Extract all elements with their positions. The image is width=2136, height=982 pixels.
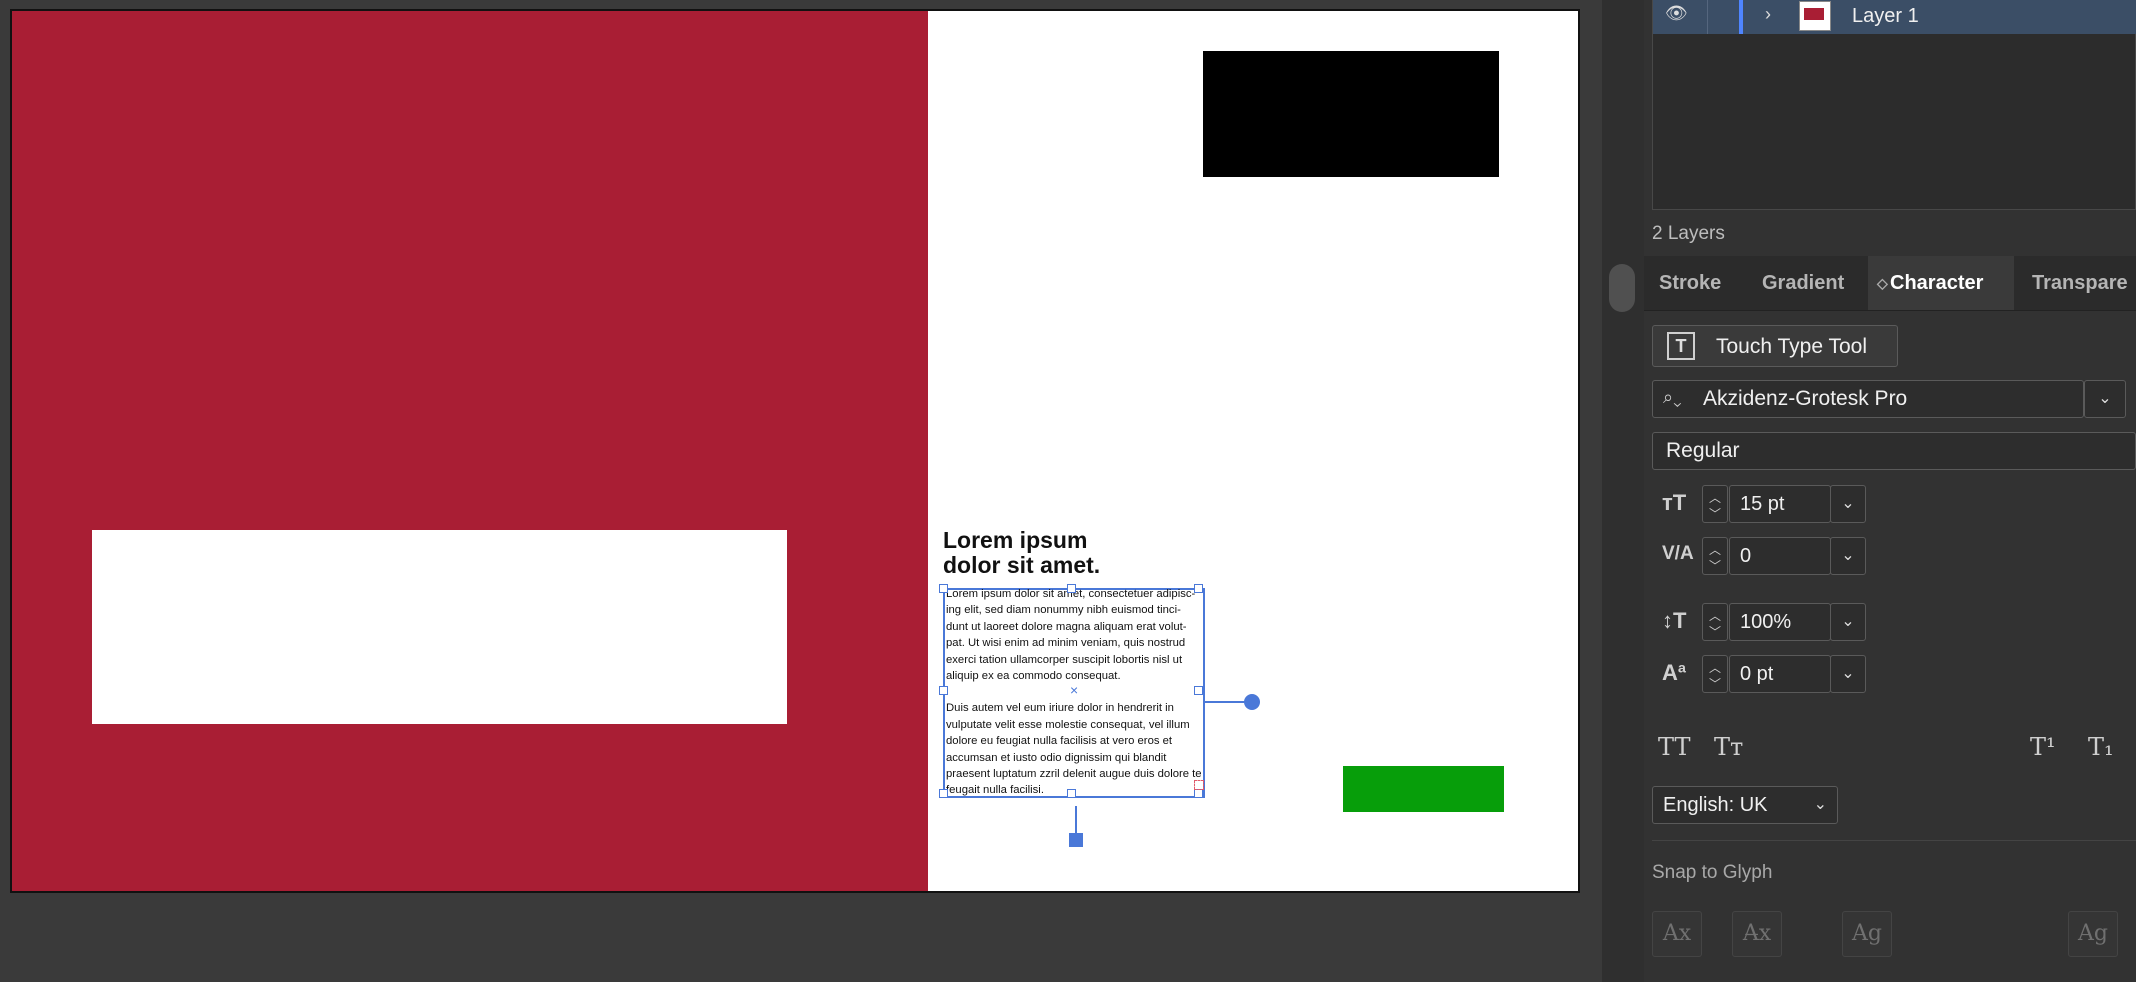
layer-color-indicator <box>1739 0 1743 34</box>
layer-name[interactable]: Layer 1 <box>1852 5 1919 28</box>
small-caps-icon[interactable]: Tт <box>1714 733 1743 761</box>
resize-handle-bottom-left[interactable] <box>939 789 948 798</box>
center-point-icon: × <box>1070 682 1079 698</box>
angular-guides-snap-icon[interactable]: Ag <box>2068 911 2118 957</box>
panel-tabs: Stroke Gradient ◇ Character Transpare <box>1644 256 2136 311</box>
font-size-row: ᴛT ︿ ﹀ 15 pt ⌄ <box>1652 460 1882 523</box>
artboard[interactable]: Lorem ipsum dolor sit amet. Lorem ipsum … <box>10 9 1580 893</box>
right-panel: 👁 › Layer 1 2 Layers Stroke Gradient ◇ C… <box>1644 0 2136 982</box>
chevron-down-icon: ⌄ <box>1841 495 1855 512</box>
language-select[interactable]: English: UK ⌄ <box>1652 786 1838 824</box>
snap-to-glyph-label: Snap to Glyph <box>1652 862 1773 883</box>
threaded-text-handle[interactable] <box>1069 833 1083 847</box>
text-overflow-icon[interactable] <box>1194 780 1204 790</box>
baseline-shift-icon: Aª <box>1662 660 1687 685</box>
baseline-shift-input[interactable]: 0 pt <box>1729 655 1831 693</box>
chevron-down-icon: ⌄ <box>1813 796 1827 813</box>
threaded-text-connector <box>1075 806 1077 836</box>
headline-text[interactable]: Lorem ipsum dolor sit amet. <box>943 528 1203 578</box>
baseline-shift-dropdown[interactable]: ⌄ <box>1830 655 1866 693</box>
touch-type-tool-button[interactable]: T Touch Type Tool <box>1652 325 1898 367</box>
resize-handle-middle-left[interactable] <box>939 686 948 695</box>
kerning-input[interactable]: 0 <box>1729 537 1831 575</box>
kerning-value: 0 <box>1740 545 1752 567</box>
headline-line-1: Lorem ipsum <box>943 527 1088 553</box>
document-canvas[interactable]: Lorem ipsum dolor sit amet. Lorem ipsum … <box>0 0 1602 982</box>
white-rectangle[interactable] <box>92 530 787 724</box>
chevron-right-icon[interactable]: › <box>1765 4 1771 25</box>
chevron-down-icon: ⌄ <box>2098 390 2112 407</box>
baseline-snap-icon[interactable]: Ax <box>1652 911 1702 957</box>
tab-character[interactable]: ◇ Character <box>1868 256 2014 310</box>
resize-handle-bottom-right[interactable] <box>1194 789 1203 798</box>
resize-handle-top-right[interactable] <box>1194 584 1203 593</box>
baseline-shift-row: Aª ︿ ﹀ 0 pt ⌄ <box>1652 630 1882 693</box>
kerning-dropdown[interactable]: ⌄ <box>1830 537 1866 575</box>
kerning-row: V/A ︿ ﹀ 0 ⌄ <box>1652 512 1882 575</box>
tab-stroke[interactable]: Stroke <box>1659 256 1721 310</box>
scrollbar-thumb[interactable] <box>1609 264 1635 312</box>
touch-type-icon: T <box>1667 332 1695 360</box>
panel-options-icon: ◇ <box>1877 275 1888 291</box>
chevron-down-icon: ⌄ <box>1841 547 1855 564</box>
touch-type-label: Touch Type Tool <box>1716 335 1867 358</box>
tab-gradient[interactable]: Gradient <box>1762 256 1844 310</box>
rotation-handle[interactable] <box>1244 694 1260 710</box>
layer-thumbnail <box>1799 1 1831 31</box>
font-family-dropdown[interactable]: ⌄ <box>2084 380 2126 418</box>
panel-gutter <box>1602 0 1644 982</box>
eye-icon[interactable]: 👁 <box>1665 3 1688 24</box>
subscript-icon[interactable]: T₁ <box>2088 733 2114 761</box>
body-paragraph-1: Lorem ipsum dolor sit amet, consectetuer… <box>946 588 1196 683</box>
glyph-bounds-snap-icon[interactable]: Ag <box>1842 911 1892 957</box>
green-rectangle[interactable] <box>1343 766 1504 812</box>
selected-text-frame[interactable]: Lorem ipsum dolor sit amet, consectetuer… <box>939 584 1205 798</box>
layers-list[interactable]: 👁 › Layer 1 <box>1652 0 2136 210</box>
tab-transparency[interactable]: Transpare <box>2032 256 2128 310</box>
resize-handle-top-center[interactable] <box>1067 584 1076 593</box>
font-family-value: Akzidenz-Grotesk Pro <box>1703 387 1908 410</box>
vertical-scale-row: ↕T ︿ ﹀ 100% ⌄ <box>1652 578 1882 641</box>
superscript-icon[interactable]: T¹ <box>2030 733 2056 761</box>
layer-row[interactable]: 👁 › Layer 1 <box>1653 0 2136 34</box>
all-caps-icon[interactable]: TT <box>1658 733 1690 761</box>
headline-line-2: dolor sit amet. <box>943 552 1101 578</box>
x-height-snap-icon[interactable]: A̶x <box>1732 911 1782 957</box>
resize-handle-middle-right[interactable] <box>1194 686 1203 695</box>
kerning-icon: V/A <box>1662 543 1694 564</box>
language-value: English: UK <box>1663 794 1768 816</box>
baseline-shift-value: 0 pt <box>1740 663 1774 685</box>
body-paragraph-2: Duis autem vel eum iriure dolor in hendr… <box>946 702 1202 797</box>
kerning-stepper[interactable]: ︿ ﹀ <box>1702 537 1728 575</box>
layer-count: 2 Layers <box>1652 223 1725 244</box>
search-icon[interactable]: ⌕⌄ <box>1663 387 1682 408</box>
tab-character-label: Character <box>1890 272 1984 294</box>
font-family-input[interactable]: ⌕⌄ Akzidenz-Grotesk Pro <box>1652 380 2084 418</box>
baseline-shift-stepper[interactable]: ︿ ﹀ <box>1702 655 1728 693</box>
red-page-background[interactable] <box>12 11 928 891</box>
resize-handle-top-left[interactable] <box>939 584 948 593</box>
chevron-down-icon: ⌄ <box>1841 613 1855 630</box>
chevron-down-icon: ⌄ <box>1841 665 1855 682</box>
black-rectangle[interactable] <box>1203 51 1499 177</box>
layer-column-divider <box>1707 0 1708 34</box>
section-divider <box>1652 840 2136 841</box>
resize-handle-bottom-center[interactable] <box>1067 789 1076 798</box>
